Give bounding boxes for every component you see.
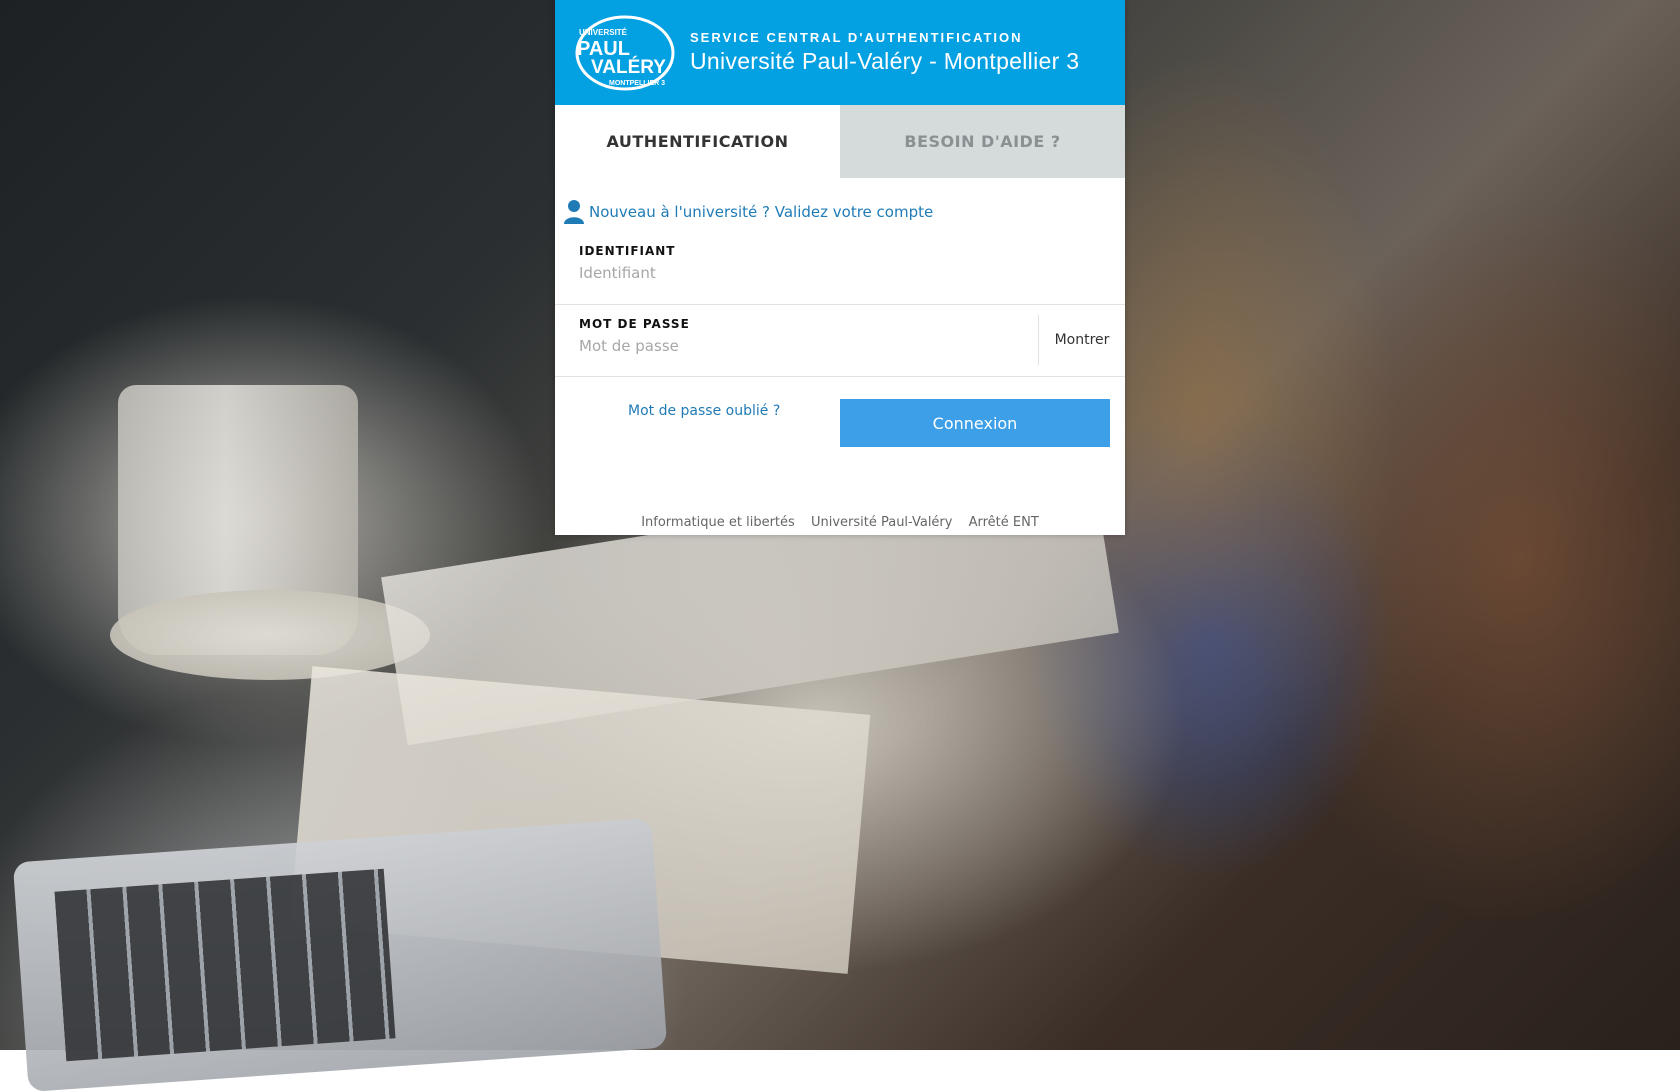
footer-link-informatique[interactable]: Informatique et libertés (641, 515, 795, 530)
show-password-button[interactable]: Montrer (1038, 315, 1125, 365)
login-card: UNIVERSITÉ PAUL VALÉRY MONTPELLIER 3 SER… (555, 0, 1125, 535)
background-keyboard (54, 869, 395, 1062)
tab-authentification[interactable]: AUTHENTIFICATION (555, 105, 840, 178)
logo-text-valery: VALÉRY (591, 56, 666, 78)
connexion-button[interactable]: Connexion (840, 399, 1110, 447)
identifiant-input[interactable] (579, 264, 1009, 282)
header-subtitle: SERVICE CENTRAL D'AUTHENTIFICATION (690, 30, 1079, 45)
tab-bar: AUTHENTIFICATION BESOIN D'AIDE ? (555, 105, 1125, 178)
background-saucer (110, 590, 430, 680)
identifiant-field: IDENTIFIANT (555, 232, 1125, 305)
header-text: SERVICE CENTRAL D'AUTHENTIFICATION Unive… (690, 30, 1079, 75)
card-footer: Informatique et libertés Université Paul… (555, 515, 1125, 530)
forgot-password-link[interactable]: Mot de passe oublié ? (628, 403, 780, 419)
tab-besoin-aide[interactable]: BESOIN D'AIDE ? (840, 105, 1125, 178)
password-field: MOT DE PASSE Montrer (555, 305, 1125, 377)
password-input[interactable] (579, 337, 1009, 355)
form-actions: Mot de passe oublié ? Connexion (555, 377, 1125, 481)
new-account-label: Nouveau à l'université ? Validez votre c… (589, 203, 933, 221)
footer-link-universite[interactable]: Université Paul-Valéry (811, 515, 953, 530)
new-account-link[interactable]: Nouveau à l'université ? Validez votre c… (555, 178, 1125, 232)
logo-text-universite: UNIVERSITÉ (579, 28, 628, 37)
logo-text-montpellier: MONTPELLIER 3 (609, 80, 665, 87)
header-title: Université Paul-Valéry - Montpellier 3 (690, 48, 1079, 75)
university-logo: UNIVERSITÉ PAUL VALÉRY MONTPELLIER 3 (571, 13, 679, 93)
user-icon (563, 199, 585, 225)
card-header: UNIVERSITÉ PAUL VALÉRY MONTPELLIER 3 SER… (555, 0, 1125, 105)
footer-link-arrete[interactable]: Arrêté ENT (969, 515, 1039, 530)
identifiant-label: IDENTIFIANT (579, 244, 1125, 258)
